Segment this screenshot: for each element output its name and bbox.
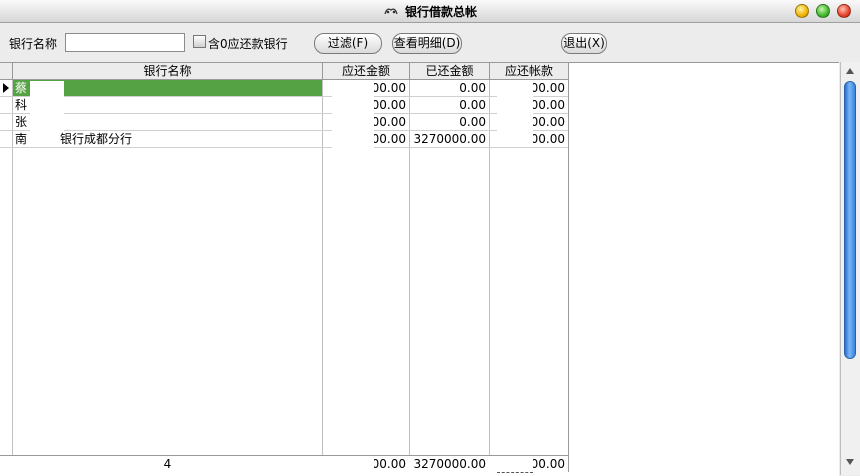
redaction-mask xyxy=(332,456,374,472)
vertical-scrollbar[interactable] xyxy=(840,62,860,475)
cell-amount-paid: 3270000.00 xyxy=(413,132,486,146)
redaction-mask xyxy=(30,81,64,131)
bank-name-prefix: 南 xyxy=(15,132,28,146)
exit-button[interactable]: 退出(X) xyxy=(561,33,607,54)
column-header-amount-paid[interactable]: 已还金额 xyxy=(410,63,490,79)
bank-name-suffix: 银行成都分行 xyxy=(60,132,133,146)
redaction-mask xyxy=(497,456,533,473)
current-row-arrow-icon xyxy=(3,83,9,93)
header-corner xyxy=(0,63,13,79)
bank-name-label: 银行名称 xyxy=(9,37,58,51)
app-icon xyxy=(384,8,398,15)
footer-row-count: 4 xyxy=(163,457,172,471)
bank-name-input[interactable] xyxy=(65,33,185,52)
minimize-button[interactable] xyxy=(795,4,809,18)
title-bar: 银行借款总帐 xyxy=(0,0,860,23)
window-title: 银行借款总帐 xyxy=(404,5,477,19)
cell-amount-paid: 0.00 xyxy=(459,115,486,129)
redaction-mask xyxy=(497,81,533,146)
cell-bank-name: 南 银行成都分行 xyxy=(13,131,322,147)
cell-amount-paid: 0.00 xyxy=(459,81,486,95)
column-header-bank-name[interactable]: 银行名称 xyxy=(13,63,323,79)
column-header-balance[interactable]: 应还帐款 xyxy=(490,63,569,79)
data-grid[interactable]: 银行名称 应还金额 已还金额 应还帐款 蔡 000.00 0.00 00.00 … xyxy=(0,62,839,476)
grid-header: 银行名称 应还金额 已还金额 应还帐款 xyxy=(0,63,569,80)
column-header-amount-due[interactable]: 应还金额 xyxy=(323,63,410,79)
filter-button[interactable]: 过滤(F) xyxy=(314,33,382,54)
scroll-down-arrow-icon[interactable] xyxy=(846,458,854,466)
cell-amount-paid: 0.00 xyxy=(459,98,486,112)
include-zero-label[interactable]: 含0应还款银行 xyxy=(208,35,288,52)
include-zero-checkbox[interactable] xyxy=(193,35,206,48)
redaction-mask xyxy=(332,81,374,146)
view-detail-button[interactable]: 查看明细(D) xyxy=(392,33,462,54)
grid-footer: 4 000.00 3270000.00 00.00 xyxy=(0,455,568,473)
scroll-up-arrow-icon[interactable] xyxy=(846,67,854,75)
zoom-button[interactable] xyxy=(816,4,830,18)
table-row[interactable]: 张 000.00 0.00 00.00 xyxy=(0,114,568,131)
close-button[interactable] xyxy=(837,4,851,18)
table-row[interactable]: 南银行成都分行 000.00 3270000.00 00.00 xyxy=(0,131,568,148)
footer-total-paid: 3270000.00 xyxy=(413,457,486,471)
scrollbar-thumb[interactable] xyxy=(844,81,856,359)
window-title-wrap: 银行借款总帐 xyxy=(0,3,860,20)
redaction-mask xyxy=(332,147,374,455)
table-row[interactable]: 科 000.00 0.00 00.00 xyxy=(0,97,568,114)
grid-line xyxy=(568,63,569,472)
table-row[interactable]: 蔡 000.00 0.00 00.00 xyxy=(0,80,568,97)
